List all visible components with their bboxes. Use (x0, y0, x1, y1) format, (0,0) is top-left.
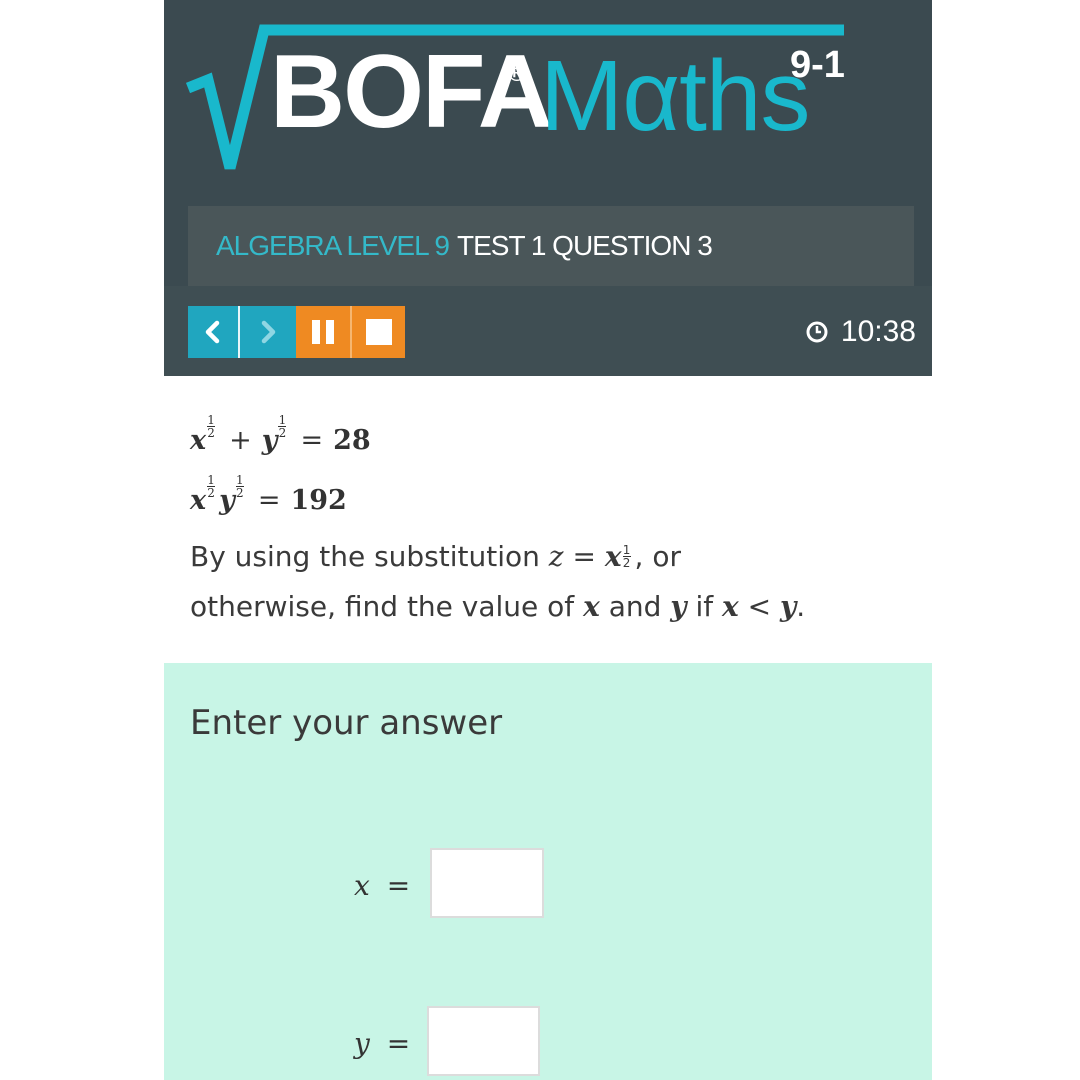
stop-icon (365, 319, 392, 345)
equation-1-exponent-y: 12 (278, 412, 287, 440)
answer-x-label: x = (354, 869, 411, 902)
equation-2-exponent-x: 12 (207, 472, 216, 500)
next-button[interactable] (240, 306, 296, 358)
question-text: By using the substitution z = x12, or ot… (190, 532, 910, 632)
breadcrumb-topic[interactable]: ALGEBRA LEVEL 9 (216, 230, 450, 262)
logo-grade-range: 9-1 (790, 44, 845, 86)
equation-1-equals: = (300, 424, 324, 456)
app-panel: BOFA ® Mαths 9-1 ALGEBRA LEVEL 9 TEST 1 … (164, 0, 932, 1080)
clock-icon (806, 321, 828, 343)
equation-1-var-y: y (261, 424, 278, 456)
equation-1-exponent-x: 12 (207, 412, 216, 440)
question-text-line-1: By using the substitution z = x12, or (190, 540, 681, 573)
pause-icon (312, 320, 334, 344)
previous-button[interactable] (188, 306, 240, 358)
answer-heading: Enter your answer (190, 703, 503, 743)
equation-1: x 12 + y 12 = 28 (190, 410, 910, 470)
equation-2-equals: = (257, 484, 281, 516)
toolbar: 10:38 (164, 286, 932, 376)
equation-1-var-x: x (190, 424, 207, 456)
equation-2-var-x: x (190, 484, 207, 516)
chevron-right-icon (261, 320, 276, 344)
breadcrumb-current: TEST 1 QUESTION 3 (457, 230, 713, 261)
header: BOFA ® Mαths 9-1 ALGEBRA LEVEL 9 TEST 1 … (164, 0, 932, 376)
pause-button[interactable] (296, 306, 350, 358)
question-text-line-2: otherwise, find the value of x and y if … (190, 590, 806, 623)
equation-1-rhs: 28 (333, 424, 371, 456)
answer-y-label: y = (354, 1027, 411, 1060)
equation-2: x 12 y 12 = 192 (190, 470, 910, 530)
logo-product: Mαths (540, 40, 811, 152)
equation-1-plus: + (229, 424, 252, 456)
question-body: x 12 + y 12 = 28 x 12 y 12 = 192 By usin… (190, 410, 910, 632)
logo-brand: BOFA (270, 34, 553, 150)
answer-x-input[interactable] (430, 848, 544, 918)
equation-2-var-y: y (219, 484, 235, 516)
chevron-left-icon (205, 320, 220, 344)
timer: 10:38 (805, 306, 916, 358)
stop-button[interactable] (350, 306, 405, 358)
logo-registered-mark: ® (508, 60, 526, 87)
answer-y-input[interactable] (427, 1006, 540, 1076)
equation-2-exponent-y: 12 (235, 472, 244, 500)
breadcrumb: ALGEBRA LEVEL 9 TEST 1 QUESTION 3 (188, 206, 914, 286)
equation-2-rhs: 192 (290, 484, 347, 516)
answer-section: Enter your answer x = y = (164, 663, 932, 1080)
timer-value: 10:38 (840, 315, 916, 348)
